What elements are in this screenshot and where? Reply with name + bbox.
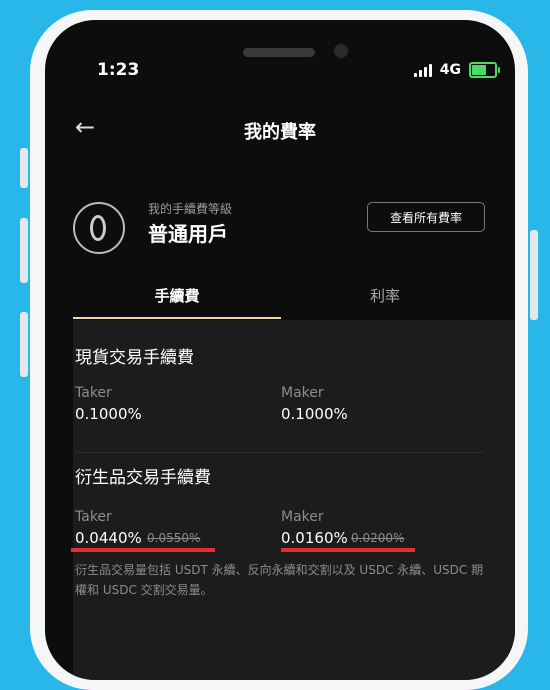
derivatives-taker-value: 0.0440% <box>75 529 142 547</box>
phone-side-button <box>530 230 538 320</box>
fee-panel <box>73 320 515 680</box>
derivatives-maker-label: Maker <box>281 509 324 525</box>
section-divider <box>75 452 485 453</box>
page-title: 我的費率 <box>244 122 316 143</box>
derivatives-fee-title: 衍生品交易手續費 <box>75 468 211 488</box>
phone-speaker <box>243 48 315 57</box>
status-time: 1:23 <box>97 60 140 80</box>
phone-side-button <box>20 218 28 283</box>
spot-taker-label: Taker <box>75 385 112 401</box>
spot-maker-value: 0.1000% <box>281 405 348 423</box>
fee-level-icon <box>73 202 125 254</box>
spot-maker-label: Maker <box>281 385 324 401</box>
tab-interest-rate[interactable]: 利率 <box>281 285 489 306</box>
spot-taker-value: 0.1000% <box>75 405 142 423</box>
app-screen: 1:23 4G ← 我的費率 我的手續費等級 普通用戶 查看所有費率 手續費 利… <box>45 20 515 680</box>
phone-side-button <box>20 312 28 377</box>
taker-highlight-underline <box>71 548 215 552</box>
active-tab-indicator <box>73 317 281 319</box>
derivatives-taker-old-fee: 0.0550% <box>147 531 201 545</box>
phone-side-button <box>20 148 28 188</box>
fee-level-name: 普通用戶 <box>148 222 228 246</box>
tab-trading-fees[interactable]: 手續費 <box>73 285 281 306</box>
fee-level-label: 我的手續費等級 <box>148 202 233 216</box>
derivatives-taker-label: Taker <box>75 509 112 525</box>
spot-fee-title: 現貨交易手續費 <box>75 348 194 368</box>
maker-highlight-underline <box>281 548 415 552</box>
derivatives-volume-note: 衍生品交易量包括 USDT 永續、反向永續和交割以及 USDC 永續、USDC … <box>75 563 484 597</box>
view-all-rates-button[interactable]: 查看所有費率 <box>367 202 485 232</box>
phone-camera <box>334 44 348 58</box>
signal-icon <box>413 63 432 77</box>
status-icons: 4G <box>413 62 500 78</box>
battery-icon <box>469 62 500 78</box>
derivatives-maker-value: 0.0160% <box>281 529 348 547</box>
network-type: 4G <box>439 62 461 78</box>
derivatives-maker-old-fee: 0.0200% <box>351 531 405 545</box>
